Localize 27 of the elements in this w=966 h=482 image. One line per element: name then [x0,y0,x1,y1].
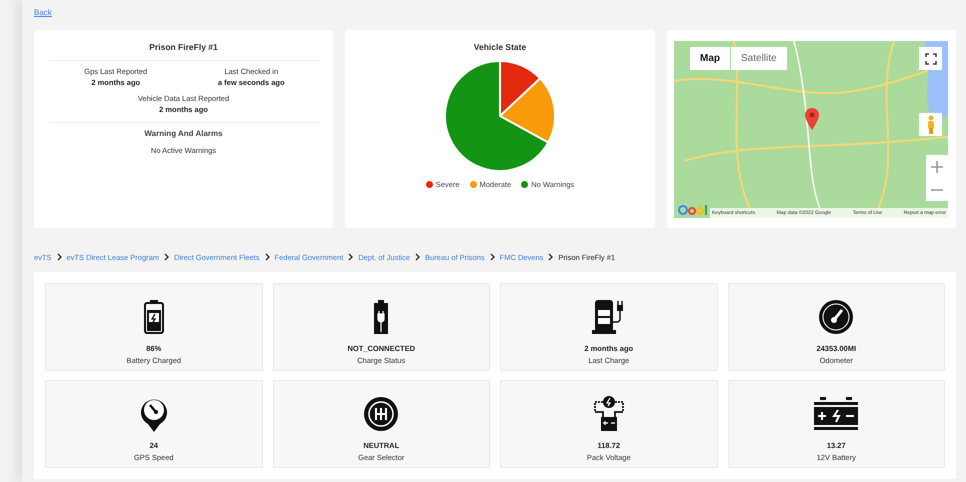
battery-pack-icon [592,396,626,432]
battery-icon [144,300,164,334]
street-view-button[interactable] [919,113,942,136]
gear-shift-icon [364,397,398,431]
battery-plug-icon [374,300,388,334]
map-type-tab[interactable]: Map [690,47,730,70]
fullscreen-button[interactable] [919,47,942,70]
plus-icon [931,160,943,172]
chevron-icon [56,253,62,261]
warnings-title: Warning And Alarms [143,129,224,138]
map-type-tab[interactable]: Satellite [731,47,787,70]
vehicle-title: Prison FireFly #1 [148,42,219,52]
pegman-icon [926,114,936,134]
minus-icon [931,188,943,190]
chevron-icon [164,253,170,261]
chart-title: Vehicle State [474,42,526,52]
map-pin-icon [805,108,819,130]
chevron-icon [490,253,495,261]
fullscreen-icon [924,52,936,64]
back-link[interactable]: Back [34,8,52,22]
car-battery-icon [814,397,858,431]
chevron-icon [548,253,554,261]
chevron-icon [264,253,270,261]
gauge-icon [819,300,854,334]
chevron-icon [415,253,420,261]
chevron-icon [348,253,354,261]
charging-station-icon [592,300,626,334]
